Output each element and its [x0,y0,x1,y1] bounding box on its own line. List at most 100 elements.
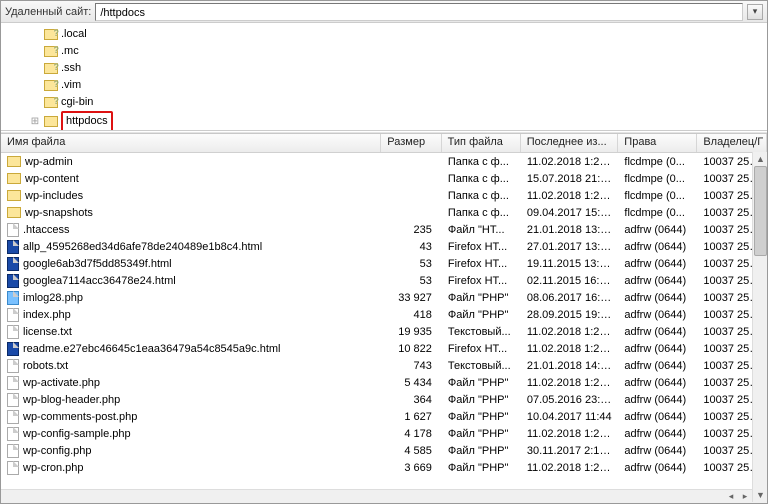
horizontal-scrollbar[interactable]: ◂ ▸ [1,489,752,503]
file-name: wp-snapshots [25,207,93,219]
folder-icon [44,29,58,40]
file-size: 3 669 [381,462,442,474]
table-row[interactable]: wp-config.php4 585Файл "PHP"30.11.2017 2… [1,442,767,459]
tree-node[interactable]: .vim [29,77,767,94]
scroll-right-arrow[interactable]: ▸ [738,491,752,503]
file-size: 33 927 [381,292,442,304]
folder-icon [44,63,58,74]
column-header-name[interactable]: Имя файла [1,134,381,152]
vertical-scrollbar[interactable]: ▲ ▼ [752,152,767,502]
table-row[interactable]: wp-activate.php5 434Файл "PHP"11.02.2018… [1,374,767,391]
file-type: Папка с ф... [442,207,521,219]
file-type: Файл "HT... [442,224,521,236]
scroll-down-arrow[interactable]: ▼ [753,488,768,502]
table-row[interactable]: wp-cron.php3 669Файл "PHP"11.02.2018 1:2… [1,459,767,476]
file-modified: 09.04.2017 15:0... [521,207,619,219]
folder-icon [44,97,58,108]
directory-tree[interactable]: .local.mc.ssh.vimcgi-bin⊞httpdocs [1,23,767,131]
tree-node[interactable]: .local [29,26,767,43]
file-permissions: adfrw (0644) [618,445,697,457]
file-modified: 08.06.2017 16:3... [521,292,619,304]
table-row[interactable]: robots.txt743Текстовый...21.01.2018 14:2… [1,357,767,374]
tree-node[interactable]: cgi-bin [29,94,767,111]
file-size: 743 [381,360,442,372]
file-modified: 30.11.2017 2:19... [521,445,619,457]
file-permissions: flcdmpe (0... [618,190,697,202]
file-size: 1 627 [381,411,442,423]
file-size: 53 [381,258,442,270]
table-row[interactable]: wp-config-sample.php 4 178Файл "PHP"11.02… [1,425,767,442]
remote-path-input[interactable]: /httpdocs [95,3,743,21]
file-size: 43 [381,241,442,253]
file-name: wp-activate.php [23,377,100,389]
file-name: robots.txt [23,360,68,372]
file-permissions: flcdmpe (0... [618,156,697,168]
table-row[interactable]: readme.e27ebc46645c1eaa36479a54c8545a9c.… [1,340,767,357]
column-header-owner[interactable]: Владелец/Г [697,134,767,152]
remote-site-bar: Удаленный сайт: /httpdocs ▾ [1,1,767,23]
file-icon [7,274,19,288]
file-modified: 19.11.2015 13:2... [521,258,619,270]
table-row[interactable]: wp-adminПапка с ф...11.02.2018 1:21...fl… [1,153,767,170]
column-header-type[interactable]: Тип файла [442,134,521,152]
tree-node-label: .vim [61,77,81,94]
file-icon [7,257,19,271]
tree-node[interactable]: ⊞httpdocs [29,111,767,131]
file-name: imlog28.php [23,292,83,304]
file-modified: 11.02.2018 1:21... [521,462,619,474]
file-name: wp-cron.php [23,462,84,474]
path-dropdown-button[interactable]: ▾ [747,4,763,20]
file-size: 5 434 [381,377,442,389]
table-row[interactable]: allp_4595268ed34d6afe78de240489e1b8c4.ht… [1,238,767,255]
file-name: googlea7114acc36478e24.html [23,275,176,287]
file-icon [7,223,19,237]
folder-icon [7,207,21,218]
file-modified: 11.02.2018 1:21... [521,343,619,355]
file-name: wp-config-sample.php [23,428,131,440]
file-permissions: adfrw (0644) [618,292,697,304]
file-icon [7,342,19,356]
scroll-left-arrow[interactable]: ◂ [724,491,738,503]
file-size: 4 178 [381,428,442,440]
column-header-size[interactable]: Размер [381,134,441,152]
table-row[interactable]: wp-snapshots Папка с ф...09.04.2017 15:0.… [1,204,767,221]
tree-node-label: .ssh [61,60,81,77]
file-name: allp_4595268ed34d6afe78de240489e1b8c4.ht… [23,241,262,253]
scroll-thumb[interactable] [754,166,767,256]
folder-icon [44,116,58,127]
scroll-up-arrow[interactable]: ▲ [753,152,768,166]
column-header-perm[interactable]: Права [618,134,697,152]
table-row[interactable]: license.txt19 935Текстовый...11.02.2018 … [1,323,767,340]
file-icon [7,291,19,305]
table-row[interactable]: wp-includesПапка с ф...11.02.2018 1:21..… [1,187,767,204]
tree-node[interactable]: .mc [29,43,767,60]
table-row[interactable]: index.php418Файл "PHP"28.09.2015 19:1...… [1,306,767,323]
file-list[interactable]: wp-adminПапка с ф...11.02.2018 1:21...fl… [1,153,767,493]
file-permissions: adfrw (0644) [618,258,697,270]
table-row[interactable]: googlea7114acc36478e24.html53Firefox HT.… [1,272,767,289]
file-size: 418 [381,309,442,321]
table-row[interactable]: imlog28.php33 927Файл "PHP"08.06.2017 16… [1,289,767,306]
file-permissions: adfrw (0644) [618,275,697,287]
file-type: Файл "PHP" [442,428,521,440]
file-modified: 10.04.2017 11:44 [521,411,619,423]
tree-node[interactable]: .ssh [29,60,767,77]
file-permissions: flcdmpe (0... [618,173,697,185]
file-permissions: adfrw (0644) [618,428,697,440]
folder-icon [7,190,21,201]
expand-icon[interactable]: ⊞ [29,113,41,130]
file-permissions: adfrw (0644) [618,411,697,423]
tree-node-label: .local [61,26,87,43]
column-header-modified[interactable]: Последнее из... [521,134,619,152]
table-row[interactable]: wp-contentПапка с ф...15.07.2018 21:4...… [1,170,767,187]
file-size: 235 [381,224,442,236]
file-type: Firefox HT... [442,258,521,270]
file-type: Текстовый... [442,326,521,338]
table-row[interactable]: wp-comments-post.php1 627Файл "PHP"10.04… [1,408,767,425]
table-row[interactable]: .htaccess235Файл "HT...21.01.2018 13:0..… [1,221,767,238]
file-type: Файл "PHP" [442,377,521,389]
table-row[interactable]: wp-blog-header.php364Файл "PHP"07.05.201… [1,391,767,408]
file-modified: 11.02.2018 1:21... [521,428,619,440]
table-row[interactable]: google6ab3d7f5dd85349f.html53Firefox HT.… [1,255,767,272]
file-icon [7,410,19,424]
